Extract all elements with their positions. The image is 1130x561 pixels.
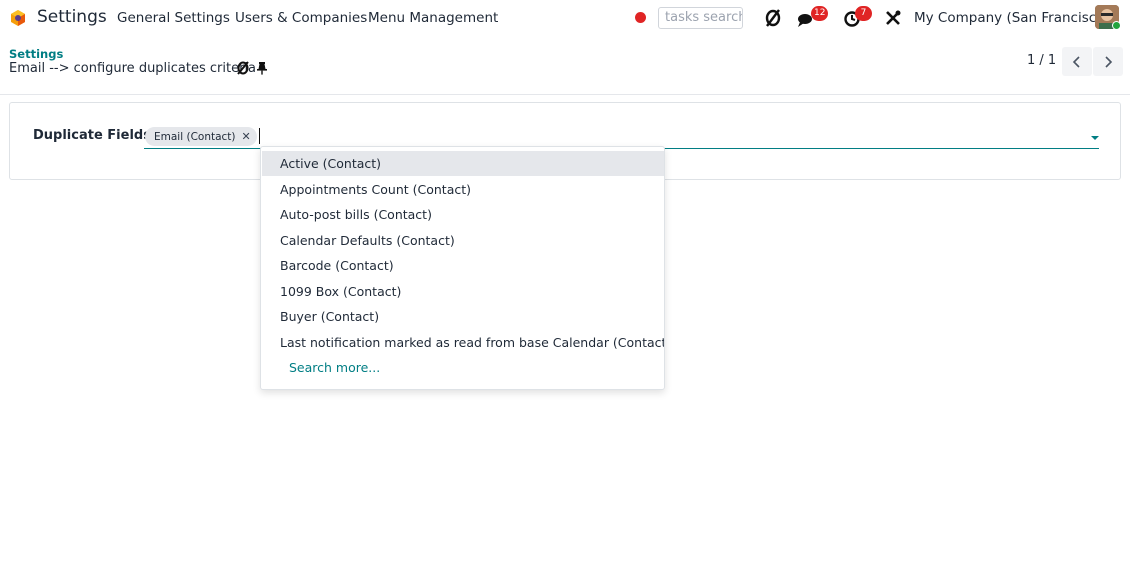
- settings-app-icon[interactable]: [9, 9, 27, 27]
- page-title: Email --> configure duplicates criteria: [9, 61, 257, 76]
- control-panel-divider: [0, 94, 1130, 95]
- pager-next-button[interactable]: [1093, 47, 1123, 76]
- duplicate-fields-label: Duplicate Fields: [33, 128, 151, 143]
- text-cursor: [259, 128, 260, 144]
- tag-email-contact: Email (Contact) ✕: [145, 127, 257, 146]
- tasks-search-input[interactable]: tasks search: [658, 7, 743, 29]
- close-icon[interactable]: ✕: [242, 130, 251, 143]
- gear-icon[interactable]: [235, 60, 251, 76]
- dropdown-item-appointments-count[interactable]: Appointments Count (Contact): [262, 177, 664, 202]
- dropdown-item-active-contact[interactable]: Active (Contact): [262, 151, 664, 176]
- chevron-right-icon: [1105, 55, 1113, 68]
- tag-label: Email (Contact): [154, 130, 236, 143]
- dropdown-item-barcode[interactable]: Barcode (Contact): [262, 253, 664, 278]
- menu-general-settings[interactable]: General Settings: [117, 10, 230, 26]
- pin-icon[interactable]: [256, 61, 268, 75]
- pager-value[interactable]: 1 / 1: [1027, 53, 1056, 68]
- dropdown-item-auto-post-bills[interactable]: Auto-post bills (Contact): [262, 202, 664, 227]
- chevron-left-icon: [1072, 55, 1080, 68]
- tools-icon[interactable]: [882, 7, 904, 29]
- caret-down-icon[interactable]: [1091, 136, 1099, 140]
- breadcrumb-settings[interactable]: Settings: [9, 47, 63, 61]
- debug-icon[interactable]: [762, 7, 784, 29]
- autocomplete-dropdown: Active (Contact) Appointments Count (Con…: [260, 146, 665, 390]
- dropdown-item-1099-box[interactable]: 1099 Box (Contact): [262, 279, 664, 304]
- top-navbar: Settings General Settings Users & Compan…: [0, 0, 1130, 36]
- chat-count-badge: 12: [811, 6, 829, 21]
- record-dot-icon[interactable]: [635, 12, 646, 23]
- menu-menu-management[interactable]: Menu Management: [368, 10, 498, 26]
- online-status-indicator: [1112, 21, 1121, 30]
- search-more-link[interactable]: Search more...: [262, 355, 664, 380]
- app-name[interactable]: Settings: [37, 7, 107, 27]
- pager-previous-button[interactable]: [1062, 47, 1092, 76]
- dropdown-item-last-notification[interactable]: Last notification marked as read from ba…: [262, 330, 664, 355]
- menu-users-companies[interactable]: Users & Companies: [235, 10, 367, 26]
- activity-count-badge: 7: [855, 6, 872, 21]
- company-switcher[interactable]: My Company (San Francisco): [914, 10, 1110, 26]
- dropdown-item-buyer[interactable]: Buyer (Contact): [262, 304, 664, 329]
- dropdown-item-calendar-defaults[interactable]: Calendar Defaults (Contact): [262, 228, 664, 253]
